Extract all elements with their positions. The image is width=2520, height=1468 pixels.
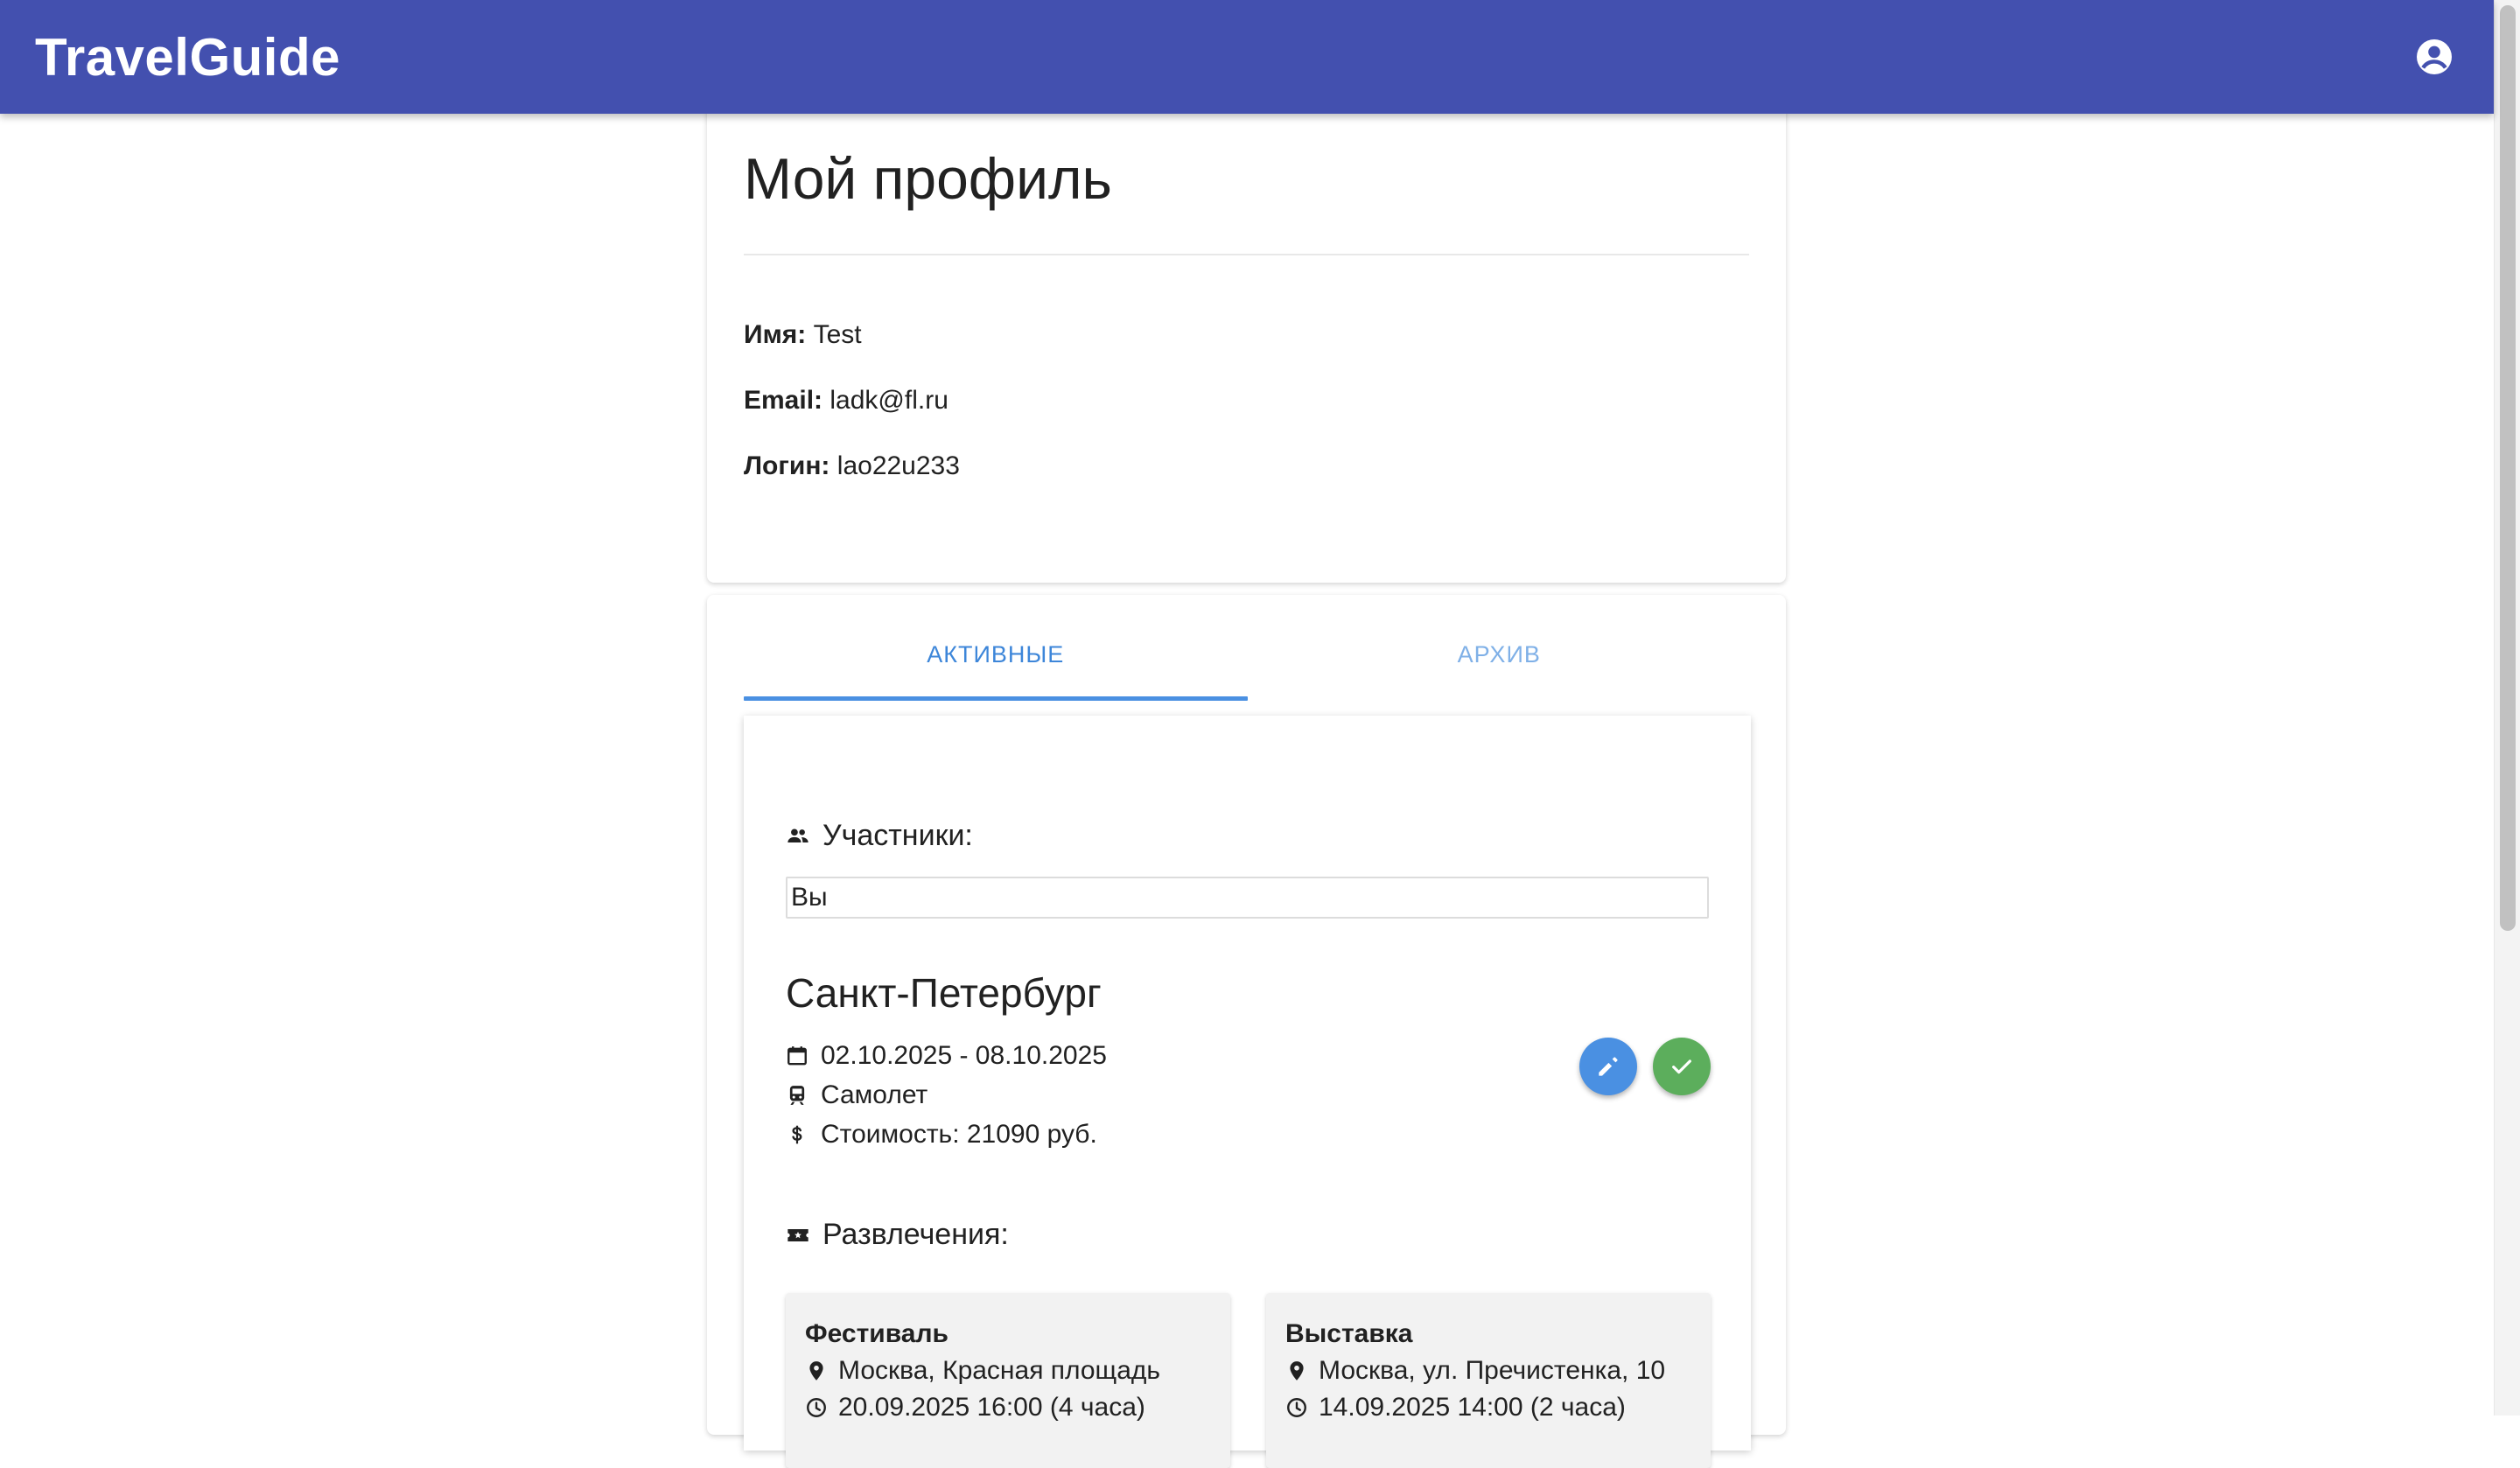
entertainment-card[interactable]: Фестиваль Москва, Красная площадь 20.09.… xyxy=(786,1293,1230,1468)
account-button[interactable] xyxy=(2410,32,2459,81)
ticket-icon xyxy=(788,1228,808,1241)
dollar-icon xyxy=(792,1125,802,1144)
entertainment-location-row: Москва, ул. Пречистенка, 10 xyxy=(1285,1356,1665,1386)
entertainment-time-row: 14.09.2025 14:00 (2 часа) xyxy=(1285,1393,1626,1423)
entertainment-time: 20.09.2025 16:00 (4 часа) xyxy=(838,1393,1145,1422)
profile-name-value: Test xyxy=(813,320,862,349)
entertainment-label: Развлечения: xyxy=(822,1218,1009,1251)
profile-name-label: Имя: xyxy=(744,320,807,349)
pencil-icon xyxy=(1599,1057,1618,1076)
entertainment-location: Москва, ул. Пречистенка, 10 xyxy=(1319,1356,1666,1385)
clock-icon xyxy=(1287,1398,1306,1417)
calendar-icon xyxy=(788,1046,807,1066)
profile-login-row: Логин: lao22u233 xyxy=(744,451,960,481)
complete-trip-button[interactable] xyxy=(1653,1038,1711,1095)
profile-card: Мой профиль Имя: Test Email: ladk@fl.ru … xyxy=(707,103,1786,583)
entertainment-time-row: 20.09.2025 16:00 (4 часа) xyxy=(805,1393,1145,1423)
entertainment-title: Фестиваль xyxy=(805,1319,948,1348)
profile-name-row: Имя: Test xyxy=(744,320,862,350)
profile-email-value: ladk@fl.ru xyxy=(830,386,948,415)
trip-cost: Стоимость: 21090 руб. xyxy=(821,1120,1097,1149)
tab-active[interactable]: АКТИВНЫЕ xyxy=(744,619,1248,689)
profile-login-value: lao22u233 xyxy=(836,451,960,480)
title-divider xyxy=(744,254,1749,255)
clock-icon xyxy=(807,1398,826,1417)
entertainment-card[interactable]: Выставка Москва, ул. Пречистенка, 10 14.… xyxy=(1266,1293,1711,1468)
page-title: Мой профиль xyxy=(744,146,1112,211)
profile-email-label: Email: xyxy=(744,386,823,415)
edit-trip-button[interactable] xyxy=(1579,1038,1637,1095)
trip-transport: Самолет xyxy=(821,1080,928,1109)
people-icon xyxy=(788,828,808,842)
check-icon xyxy=(1672,1059,1691,1074)
trip-cost-row: Стоимость: 21090 руб. xyxy=(786,1120,1097,1150)
tab-archive[interactable]: АРХИВ xyxy=(1248,619,1752,689)
trip-dates-row: 02.10.2025 - 08.10.2025 xyxy=(786,1041,1107,1071)
trips-card: АКТИВНЫЕ АРХИВ Участники: Санкт-Петербур… xyxy=(707,595,1786,1468)
trip-panel: Участники: Санкт-Петербург 02.10.2025 - … xyxy=(744,716,1751,1468)
page-scrollbar[interactable] xyxy=(2494,0,2520,1416)
app-bar: TravelGuide xyxy=(0,0,2494,114)
app-title[interactable]: TravelGuide xyxy=(35,27,340,87)
trip-city: Санкт-Петербург xyxy=(786,970,1102,1016)
trip-transport-row: Самолет xyxy=(786,1080,928,1110)
participants-field[interactable] xyxy=(786,877,1709,919)
participants-label: Участники: xyxy=(822,819,973,852)
account-circle-icon xyxy=(2417,39,2452,74)
entertainment-location-row: Москва, Красная площадь xyxy=(805,1356,1160,1386)
location-pin-icon xyxy=(809,1361,823,1381)
trip-dates: 02.10.2025 - 08.10.2025 xyxy=(821,1041,1107,1070)
tab-indicator xyxy=(744,696,1248,701)
entertainment-location: Москва, Красная площадь xyxy=(838,1356,1161,1385)
location-pin-icon xyxy=(1290,1361,1304,1381)
scrollbar-thumb[interactable] xyxy=(2500,5,2516,931)
entertainment-heading: Развлечения: xyxy=(786,1218,1009,1252)
trip-tabs: АКТИВНЫЕ АРХИВ xyxy=(744,619,1751,689)
profile-login-label: Логин: xyxy=(744,451,830,480)
profile-email-row: Email: ladk@fl.ru xyxy=(744,386,948,416)
entertainment-title: Выставка xyxy=(1285,1319,1413,1348)
train-icon xyxy=(789,1086,805,1105)
participants-heading: Участники: xyxy=(786,819,973,853)
entertainment-time: 14.09.2025 14:00 (2 часа) xyxy=(1319,1393,1626,1422)
